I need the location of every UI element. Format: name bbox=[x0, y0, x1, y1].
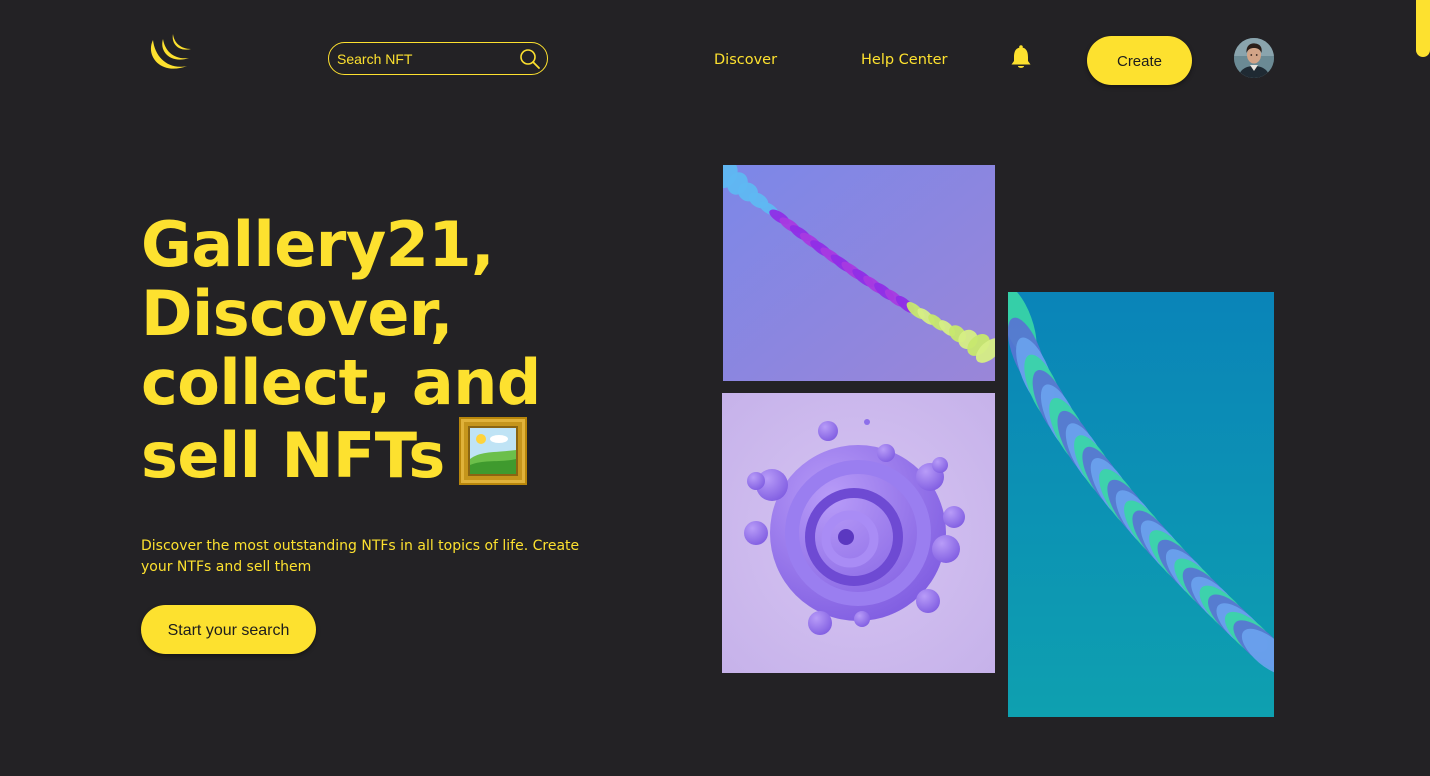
user-avatar[interactable] bbox=[1234, 38, 1274, 78]
hero-subtitle: Discover the most outstanding NTFs in al… bbox=[141, 538, 580, 575]
search-icon[interactable] bbox=[519, 48, 541, 70]
teal-green-wave-artwork[interactable] bbox=[1008, 292, 1274, 717]
nav-discover-link[interactable]: Discover bbox=[714, 50, 777, 70]
start-search-button[interactable]: Start your search bbox=[141, 605, 316, 654]
page: Discover Help Center Create Gallery21, D… bbox=[0, 0, 1430, 776]
nav-help-center-link[interactable]: Help Center bbox=[861, 50, 947, 70]
purple-spiral-ribbon-artwork[interactable] bbox=[723, 165, 995, 381]
search-box[interactable] bbox=[328, 42, 548, 75]
crescent-moon-logo-icon[interactable] bbox=[147, 32, 193, 74]
hero-title: Gallery21, Discover, collect, and sell N… bbox=[141, 210, 661, 490]
search-input[interactable] bbox=[337, 47, 517, 70]
scrollbar-thumb[interactable] bbox=[1416, 0, 1430, 57]
hero-title-line-4-wrap: sell NFTs bbox=[141, 417, 661, 490]
hero-title-line-4: sell NFTs bbox=[141, 419, 445, 492]
create-button[interactable]: Create bbox=[1087, 36, 1192, 85]
framed-picture-icon bbox=[458, 417, 527, 485]
hero-title-line-1: Gallery21, bbox=[141, 208, 495, 281]
lavender-swirl-bubbles-artwork[interactable] bbox=[722, 393, 995, 673]
hero-title-line-2: Discover, bbox=[141, 277, 453, 350]
hero-title-line-3: collect, and bbox=[141, 346, 541, 419]
bell-icon[interactable] bbox=[1010, 44, 1032, 70]
